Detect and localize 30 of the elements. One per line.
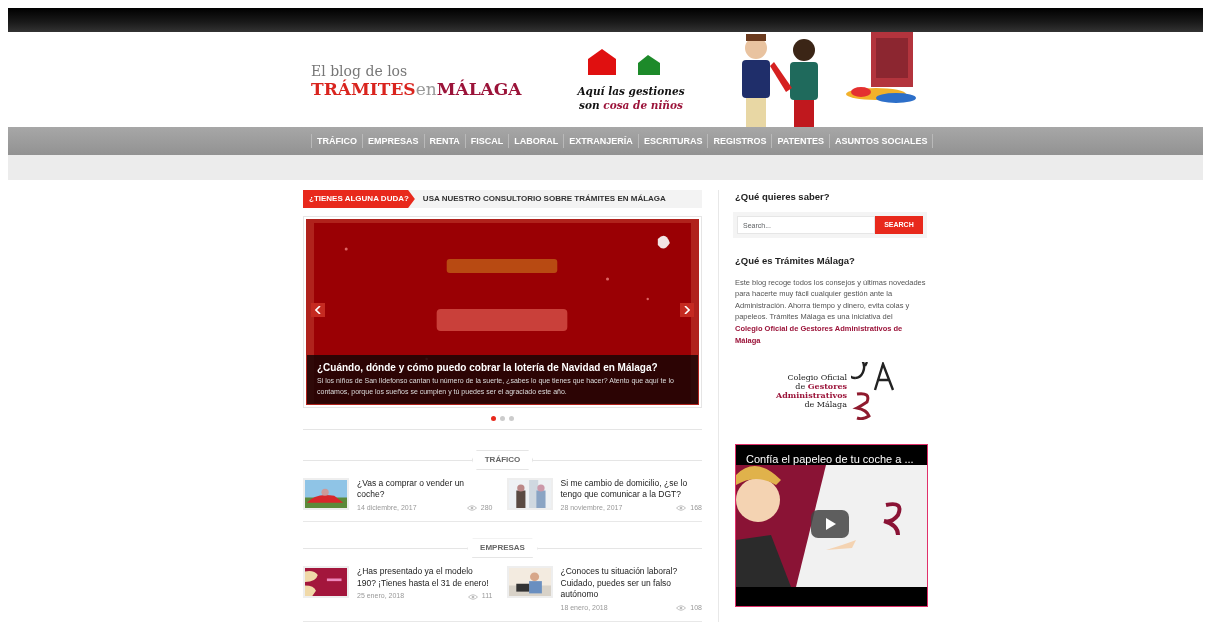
org-logo-text: Colegio Oficial de Gestores Administrativos de Málaga (776, 372, 847, 410)
eye-icon (467, 593, 478, 600)
post-title[interactable]: Si me cambio de domicilio, ¿se lo tengo que comunicar a la DGT? (560, 478, 702, 501)
slide-title[interactable]: ¿Cuándo, dónde y cómo puedo cobrar la lotería de Navidad en Málaga? (317, 359, 688, 375)
chevron-left-icon (315, 306, 321, 314)
ticker-link[interactable]: USA NUESTRO CONSULTORIO SOBRE TRÁMITES EN MÁLAGA (422, 193, 666, 205)
blog-logo-tagline: El blog de los (311, 64, 408, 80)
video-title: Confía el papeleo de tu coche a ... (746, 452, 914, 468)
post-title[interactable]: ¿Vas a comprar o vender un coche? (357, 478, 493, 501)
blog-logo[interactable]: TRÁMITESenMÁLAGA (311, 79, 566, 99)
ticker-label: ¿TIENES ALGUNA DUDA? (303, 190, 415, 208)
eye-icon (676, 505, 687, 512)
eye-icon (466, 505, 477, 512)
slider-dot[interactable] (500, 416, 505, 421)
banner-slogan: Aquí las gestiones son cosa de niños (575, 85, 686, 112)
next-slide-button[interactable] (680, 303, 694, 317)
org-logo-icon (851, 362, 895, 421)
section-heading[interactable]: EMPRESAS (467, 538, 538, 559)
eye-icon (676, 605, 687, 612)
slider-dot[interactable] (491, 416, 496, 421)
slider-dot[interactable] (509, 416, 514, 421)
play-icon[interactable] (811, 510, 849, 539)
post-title[interactable]: ¿Has presentado ya el modelo 190? ¡Tienes hasta el 31 de enero! (357, 566, 493, 590)
post-title[interactable]: ¿Conoces tu situación laboral? Cuidado, puedes ser un falso autónomo (560, 566, 702, 601)
previous-slide-button[interactable] (311, 303, 325, 317)
widget-heading: ¿Qué quieres saber? (735, 190, 831, 204)
widget-heading: ¿Qué es Trámites Málaga? (735, 254, 856, 269)
chevron-right-icon (684, 306, 690, 314)
video-player[interactable]: Confía el papeleo de tu coche a ... (735, 444, 928, 608)
section-heading[interactable]: TRÁFICO (471, 450, 534, 470)
